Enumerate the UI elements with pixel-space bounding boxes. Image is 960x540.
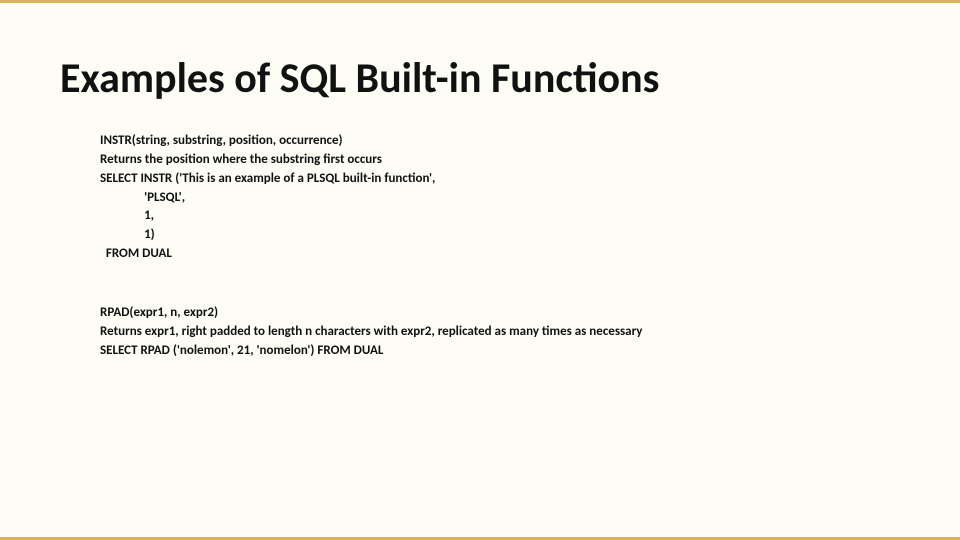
instr-code-line: 1) — [100, 226, 900, 245]
rpad-block: RPAD(expr1, n, expr2) Returns expr1, rig… — [100, 304, 900, 361]
instr-description: Returns the position where the substring… — [100, 151, 900, 170]
instr-code-line: 'PLSQL', — [100, 189, 900, 208]
rpad-code-line: SELECT RPAD ('nolemon', 21, 'nomelon') F… — [100, 342, 900, 361]
slide: Examples of SQL Built-in Functions INSTR… — [0, 0, 960, 540]
instr-signature: INSTR(string, substring, position, occur… — [100, 132, 900, 151]
instr-code-line: SELECT INSTR ('This is an example of a P… — [100, 170, 900, 189]
page-title: Examples of SQL Built-in Functions — [60, 53, 900, 104]
instr-code-line: FROM DUAL — [100, 245, 900, 264]
instr-block: INSTR(string, substring, position, occur… — [100, 132, 900, 264]
rpad-description: Returns expr1, right padded to length n … — [100, 323, 900, 342]
instr-code-line: 1, — [100, 207, 900, 226]
rpad-signature: RPAD(expr1, n, expr2) — [100, 304, 900, 323]
